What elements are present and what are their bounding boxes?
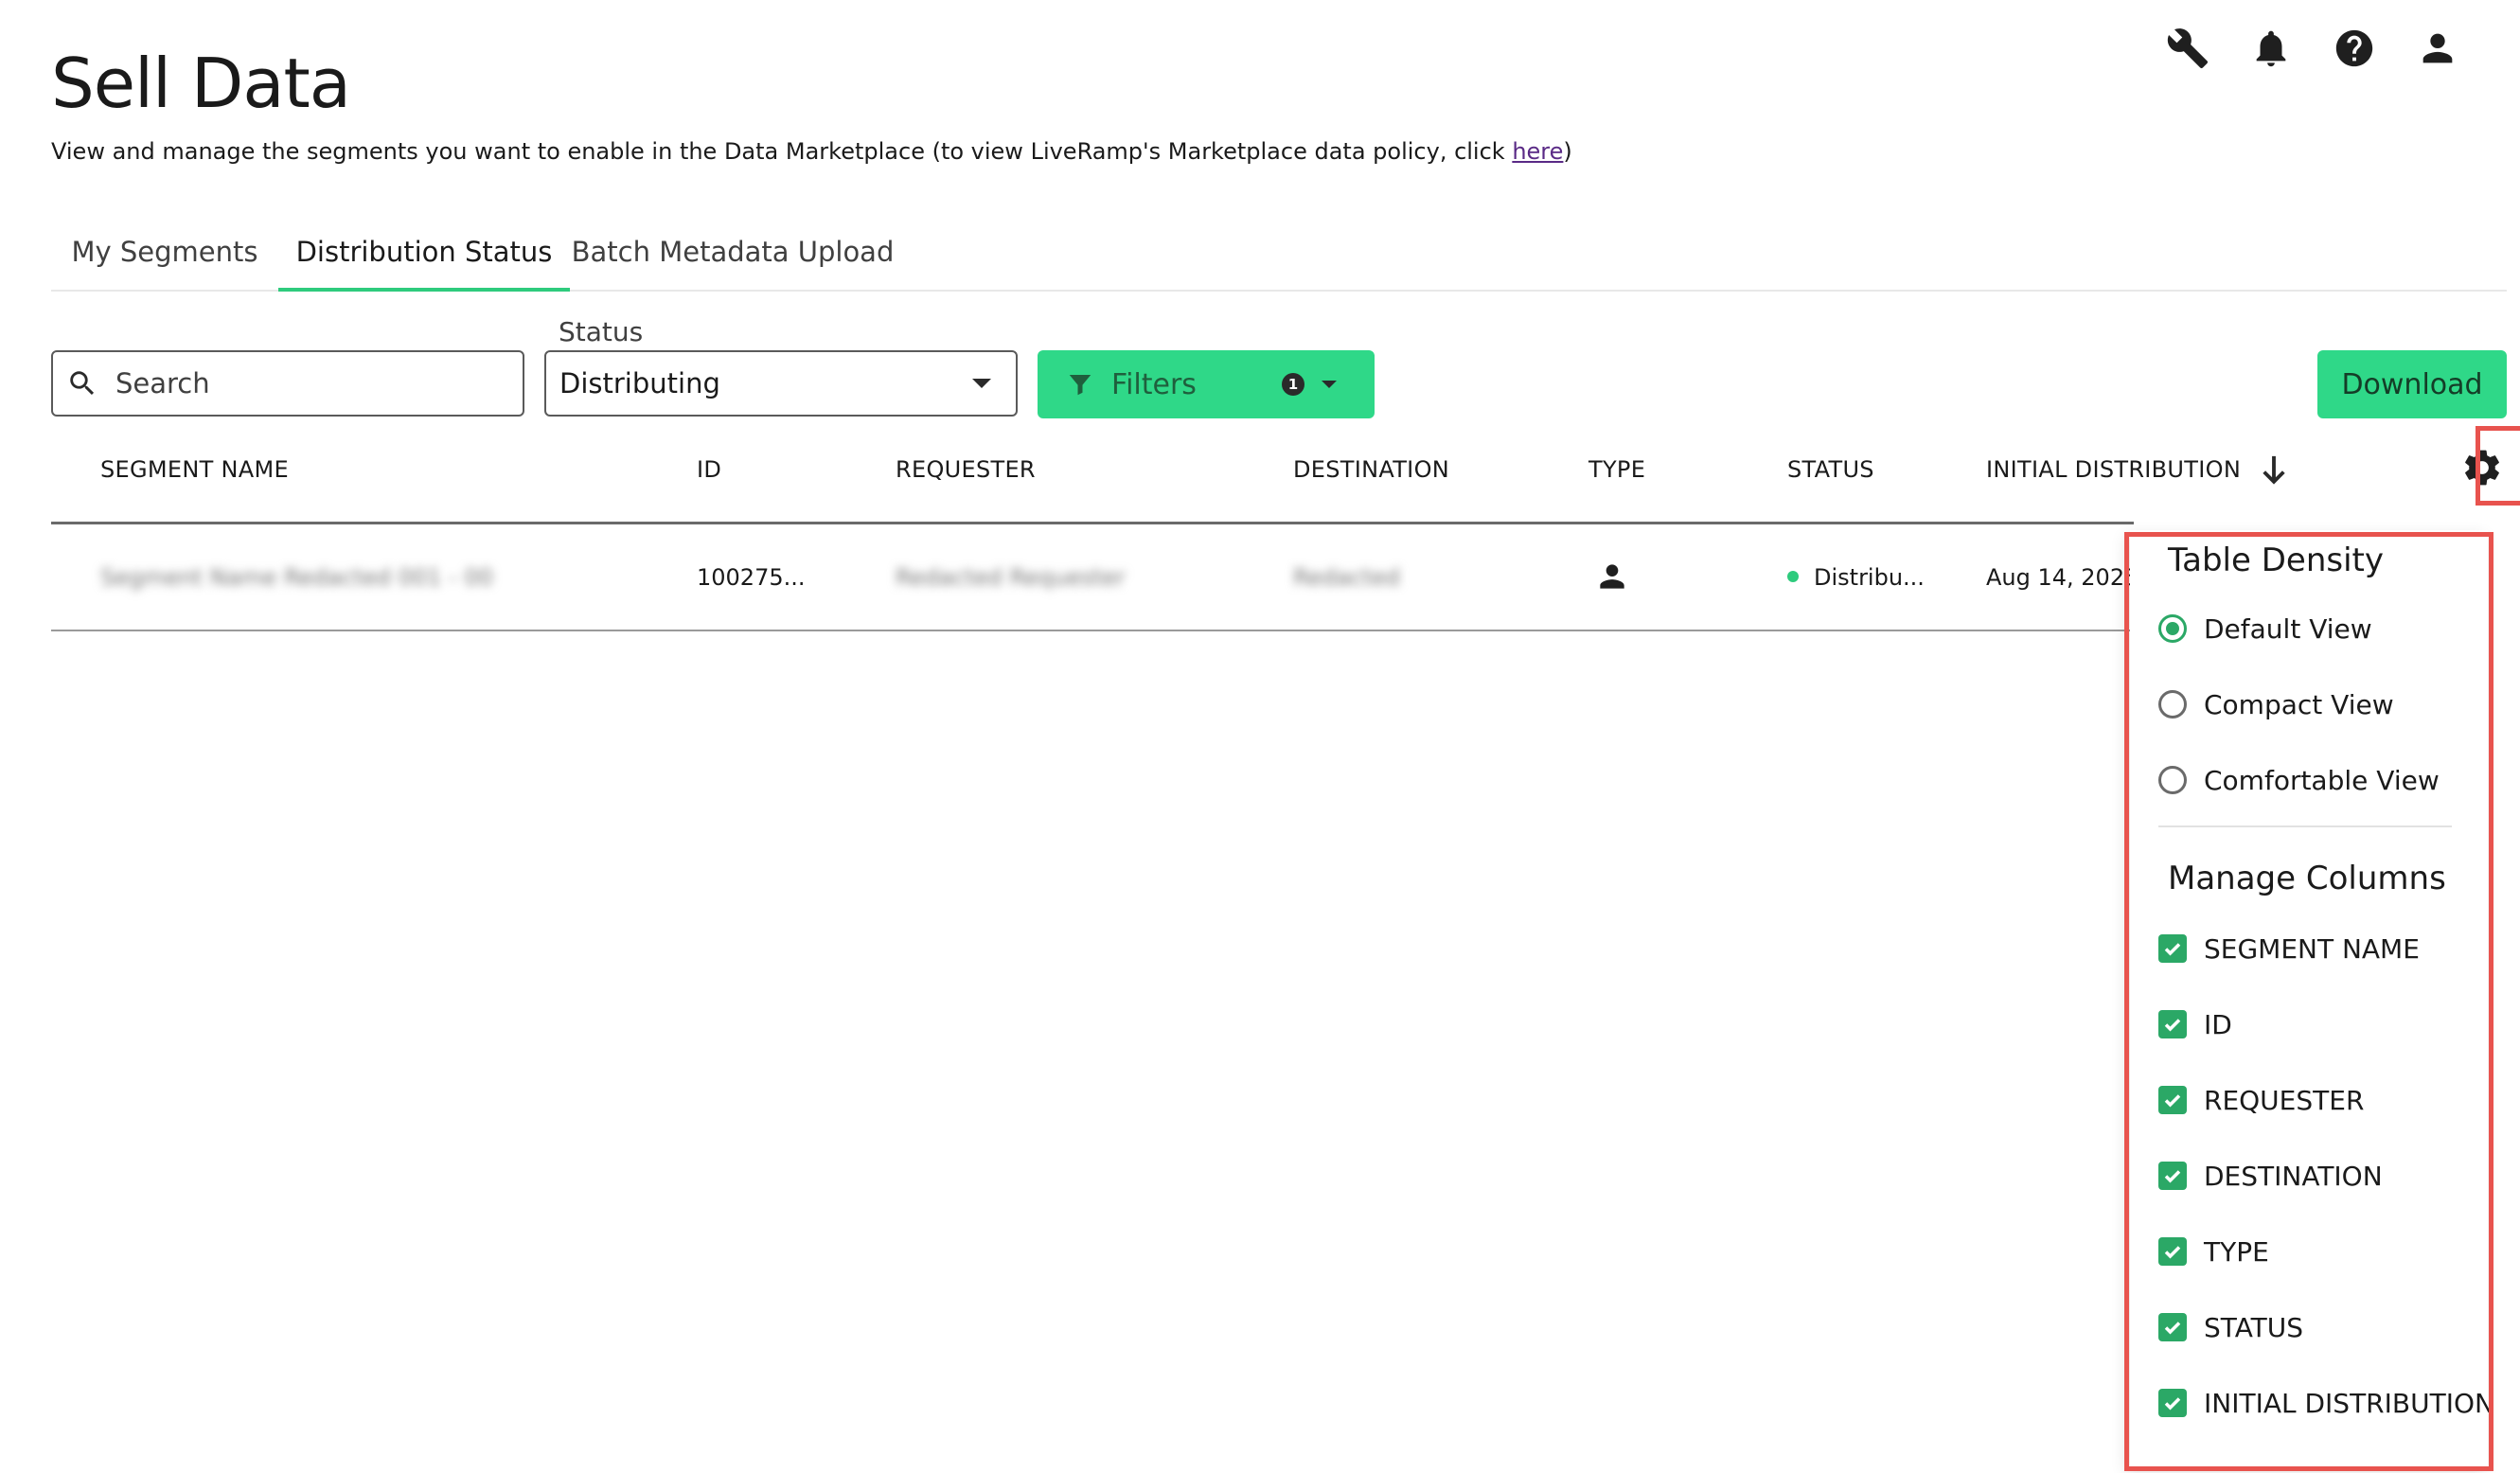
tab-bar: My Segments Distribution Status Batch Me… — [51, 214, 2507, 292]
cell-destination: Redacted — [1293, 564, 1400, 591]
column-toggle-type[interactable]: TYPE — [2158, 1231, 2269, 1272]
column-toggle-label: ID — [2204, 1008, 2232, 1040]
search-input[interactable]: Search — [51, 350, 524, 417]
column-toggle-label: SEGMENT NAME — [2204, 932, 2420, 965]
column-header-status[interactable]: STATUS — [1787, 456, 1874, 483]
cell-segment-name[interactable]: Segment Name Redacted 001 - 00 — [100, 564, 493, 591]
page-title: Sell Data — [51, 44, 351, 123]
column-toggle-label: DESTINATION — [2204, 1160, 2383, 1192]
status-select[interactable]: Distributing — [544, 350, 1018, 417]
status-select-value: Distributing — [559, 367, 720, 399]
tab-distribution-status[interactable]: Distribution Status — [278, 214, 570, 292]
checkbox-checked[interactable] — [2158, 1389, 2187, 1417]
person-icon — [1594, 559, 1630, 600]
page-subtitle: View and manage the segments you want to… — [51, 138, 1572, 165]
chevron-down-icon — [1322, 381, 1337, 388]
column-toggle-label: REQUESTER — [2204, 1084, 2365, 1116]
status-filter-label: Status — [559, 316, 644, 347]
user-icon[interactable] — [2410, 21, 2465, 76]
search-placeholder: Search — [115, 367, 210, 399]
column-header-requester[interactable]: REQUESTER — [896, 456, 1036, 483]
column-toggle-initial-distribution[interactable]: INITIAL DISTRIBUTION — [2158, 1382, 2494, 1424]
table-density-heading: Table Density — [2168, 541, 2384, 579]
arrow-down-icon[interactable] — [2259, 453, 2289, 487]
chevron-down-icon — [972, 379, 991, 388]
density-option-label: Compact View — [2204, 688, 2394, 720]
download-button[interactable]: Download — [2317, 350, 2507, 418]
column-toggle-destination[interactable]: DESTINATION — [2158, 1155, 2383, 1197]
cell-id: 100275... — [697, 564, 806, 591]
column-toggle-segment-name[interactable]: SEGMENT NAME — [2158, 928, 2420, 969]
column-header-segment-name[interactable]: SEGMENT NAME — [100, 456, 289, 483]
help-icon[interactable] — [2327, 21, 2382, 76]
radio-selected[interactable] — [2158, 614, 2187, 643]
column-toggle-requester[interactable]: REQUESTER — [2158, 1079, 2364, 1121]
density-option-default[interactable]: Default View — [2158, 608, 2372, 649]
column-toggle-label: TYPE — [2204, 1235, 2269, 1268]
column-toggle-label: INITIAL DISTRIBUTION — [2204, 1387, 2494, 1419]
filters-button[interactable]: Filters 1 — [1038, 350, 1375, 418]
column-toggle-status[interactable]: STATUS — [2158, 1306, 2303, 1348]
checkbox-checked[interactable] — [2158, 934, 2187, 963]
radio-unselected[interactable] — [2158, 690, 2187, 719]
column-header-id[interactable]: ID — [697, 456, 721, 483]
column-header-type[interactable]: TYPE — [1588, 456, 1645, 483]
tab-my-segments[interactable]: My Segments — [51, 214, 278, 290]
policy-link[interactable]: here — [1512, 138, 1563, 165]
table-settings-panel: Table Density Default View Compact View … — [2130, 530, 2494, 1467]
cell-requester: Redacted Requester — [896, 564, 1126, 591]
search-icon — [70, 371, 95, 396]
tab-batch-metadata-upload[interactable]: Batch Metadata Upload — [570, 214, 896, 290]
filters-count-badge: 1 — [1282, 373, 1304, 396]
subtitle-text: View and manage the segments you want to… — [51, 138, 1513, 165]
wrench-icon[interactable] — [2160, 21, 2215, 76]
panel-divider — [2158, 825, 2452, 827]
checkbox-checked[interactable] — [2158, 1086, 2187, 1114]
density-option-compact[interactable]: Compact View — [2158, 683, 2394, 725]
filters-label: Filters — [1111, 367, 1197, 401]
density-option-comfortable[interactable]: Comfortable View — [2158, 759, 2440, 801]
gear-icon[interactable] — [2458, 443, 2507, 492]
column-toggle-label: STATUS — [2204, 1311, 2304, 1343]
cell-initial-distribution: Aug 14, 2025 — [1986, 564, 2139, 591]
checkbox-checked[interactable] — [2158, 1237, 2187, 1266]
checkbox-checked[interactable] — [2158, 1162, 2187, 1190]
manage-columns-heading: Manage Columns — [2168, 860, 2446, 897]
column-toggle-id[interactable]: ID — [2158, 1003, 2232, 1045]
table-row-divider — [51, 630, 2134, 631]
density-option-label: Default View — [2204, 612, 2372, 645]
bell-icon[interactable] — [2244, 21, 2298, 76]
status-dot — [1787, 571, 1799, 582]
checkbox-checked[interactable] — [2158, 1010, 2187, 1038]
density-option-label: Comfortable View — [2204, 764, 2440, 796]
table-header-divider — [51, 522, 2134, 524]
subtitle-suffix: ) — [1563, 138, 1572, 165]
column-header-destination[interactable]: DESTINATION — [1293, 456, 1449, 483]
cell-status: Distribu... — [1787, 564, 1925, 591]
filter-icon — [1069, 375, 1091, 396]
checkbox-checked[interactable] — [2158, 1313, 2187, 1341]
radio-unselected[interactable] — [2158, 766, 2187, 794]
cell-status-text: Distribu... — [1814, 564, 1925, 591]
column-header-initial-distribution[interactable]: INITIAL DISTRIBUTION — [1986, 456, 2241, 483]
